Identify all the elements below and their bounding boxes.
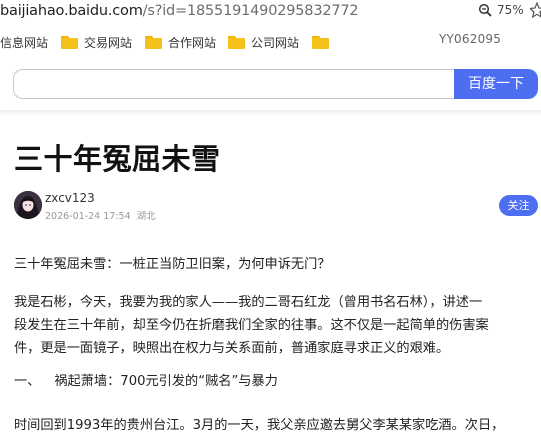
bookmark-partner-sites[interactable]: 合作网站 <box>145 34 216 50</box>
post-meta: 2026-01-24 17:54 湖北 <box>45 208 156 222</box>
bookmark-user-label: YY062095 <box>439 32 502 46</box>
search-bar: 百度一下 <box>0 56 541 110</box>
url-path: /s?id=1855191490295832772 <box>142 3 359 19</box>
author-name[interactable]: zxcv123 <box>45 191 95 205</box>
section-number: 一、 <box>14 374 41 389</box>
paragraph-line: 件，更是一面镜子，映照出在权力与关系面前，普通家庭寻求正义的艰难。 <box>14 341 450 356</box>
bookmark-label: 公司网站 <box>251 35 300 50</box>
section-heading: 一、 祸起萧墙：700元引发的“贼名”与暴力 <box>14 370 541 393</box>
paragraph-line: 三十年冤屈未雪：一桩正当防卫旧案，为何申诉无门？ <box>14 257 331 272</box>
author-block: zxcv123 2026-01-24 17:54 湖北 关注 <box>14 191 541 223</box>
search-button[interactable]: 百度一下 <box>454 69 538 99</box>
bookmark-label: 信息网站 <box>0 35 49 50</box>
folder-icon <box>312 35 329 49</box>
post-location: 湖北 <box>136 211 156 222</box>
address-bar[interactable]: baijiahao.baidu.com/s?id=185519149029583… <box>0 0 541 26</box>
bookmark-trade-sites[interactable]: 交易网站 <box>61 34 132 50</box>
avatar-image <box>14 191 42 219</box>
bookmark-company-sites[interactable]: 公司网站 <box>228 34 299 50</box>
folder-icon <box>228 35 245 49</box>
folder-icon <box>145 35 162 49</box>
article-paragraph: 我是石彬，今天，我要为我的家人——我的二哥石红龙（曾用书名石林），讲述一 段发生… <box>14 291 541 360</box>
paragraph-line: 时间回到1993年的贵州台江。3月的一天，我父亲应邀去舅父李某某家吃酒。次日， <box>14 418 505 433</box>
bookmark-folder-overflow[interactable] <box>312 34 329 50</box>
bookmark-star-icon[interactable] <box>530 2 541 18</box>
paragraph-line: 段发生在三十年前，却至今仍在折磨我们全家的往事。这不仅是一起简单的伤害案 <box>14 318 489 333</box>
article-paragraph: 时间回到1993年的贵州台江。3月的一天，我父亲应邀去舅父李某某家吃酒。次日， <box>14 414 541 437</box>
search-input[interactable] <box>13 69 456 99</box>
paragraph-line: 我是石彬，今天，我要为我的家人——我的二哥石红龙（曾用书名石林），讲述一 <box>14 295 483 310</box>
post-date: 2026-01-24 17:54 <box>45 211 131 222</box>
bookmarks-bar: 信息网站 交易网站 合作网站 公司网站 YY062095 <box>0 28 541 56</box>
follow-button[interactable]: 关注 <box>499 195 538 216</box>
url-host: baijiahao.baidu.com <box>0 3 143 19</box>
zoom-indicator[interactable]: 75% <box>478 3 524 17</box>
zoom-out-icon <box>478 3 492 17</box>
section-title: 祸起萧墙：700元引发的“贼名”与暴力 <box>54 374 278 389</box>
article-paragraph: 三十年冤屈未雪：一桩正当防卫旧案，为何申诉无门？ <box>14 253 541 276</box>
folder-icon <box>61 35 78 49</box>
article-title: 三十年冤屈未雪 <box>14 142 221 176</box>
bookmark-info-sites[interactable]: 信息网站 <box>0 34 48 50</box>
url-text[interactable]: baijiahao.baidu.com/s?id=185519149029583… <box>0 3 359 19</box>
bookmark-label: 交易网站 <box>84 35 133 50</box>
header-divider <box>0 110 541 116</box>
zoom-level: 75% <box>497 3 524 17</box>
avatar[interactable] <box>14 191 42 219</box>
bookmark-label: 合作网站 <box>168 35 217 50</box>
